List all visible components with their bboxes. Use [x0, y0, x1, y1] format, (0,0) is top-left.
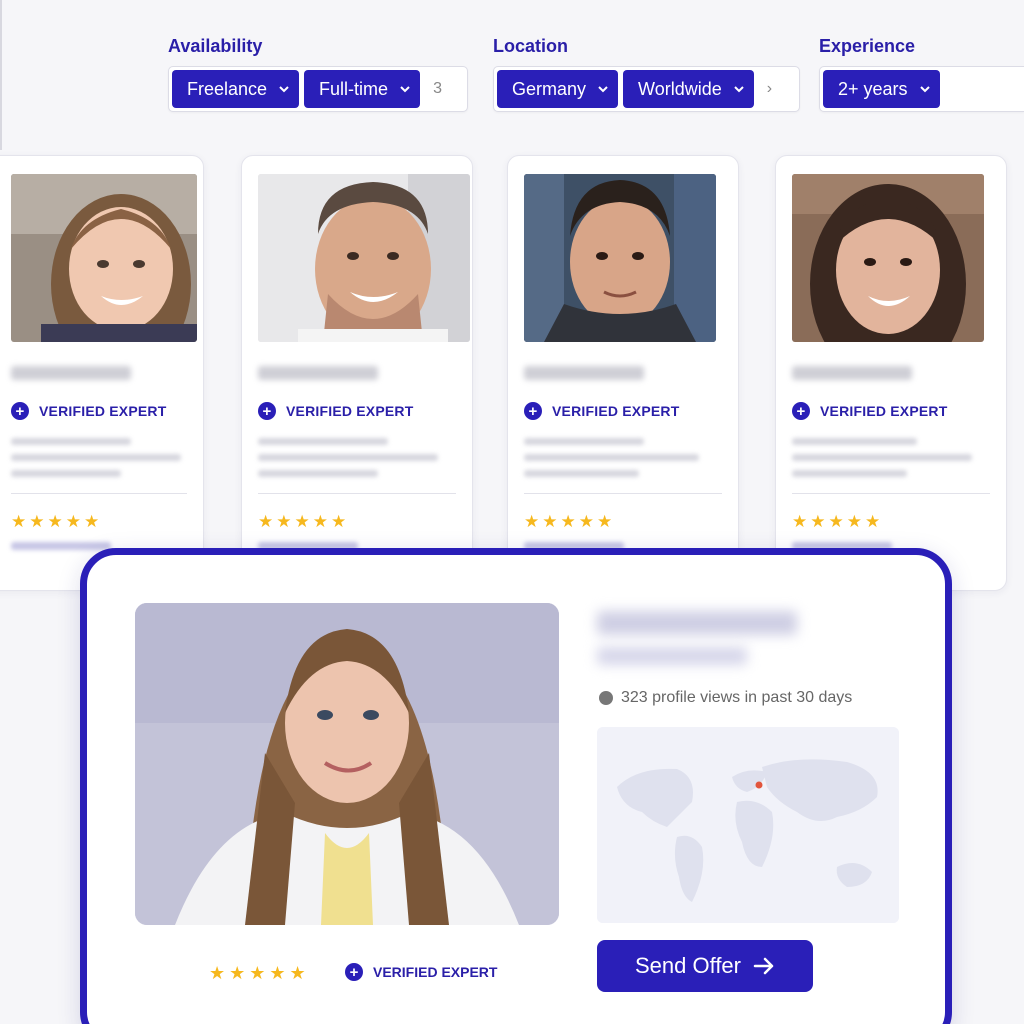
location-marker	[755, 781, 763, 789]
profile-card[interactable]: + VERIFIED EXPERT ★★★★★	[241, 155, 473, 591]
verified-label: VERIFIED EXPERT	[39, 403, 167, 419]
card-divider	[792, 493, 990, 494]
chip-2-years[interactable]: 2+ years	[823, 70, 940, 108]
blurred-details	[792, 438, 990, 477]
filter-experience: Experience 2+ years	[819, 36, 1024, 112]
card-divider	[11, 493, 187, 494]
verified-badge: + VERIFIED EXPERT	[11, 402, 187, 420]
more-count[interactable]: 3	[425, 80, 454, 98]
rating-stars: ★★★★★	[792, 512, 884, 531]
chip-label: Worldwide	[638, 78, 722, 99]
verified-label: VERIFIED EXPERT	[552, 403, 680, 419]
filter-location: Location Germany Worldwide ›	[493, 36, 800, 112]
filter-label: Location	[493, 36, 568, 56]
filter-label: Experience	[819, 36, 916, 56]
featured-avatar	[135, 603, 559, 925]
world-map	[597, 727, 899, 923]
rating-stars: ★★★★★	[209, 963, 310, 983]
blurred-details	[11, 438, 187, 477]
filter-availability: Availability Freelance Full-time 3	[168, 36, 468, 112]
avatar	[11, 174, 197, 342]
chip-label: Germany	[512, 78, 587, 99]
plus-circle-icon: +	[258, 402, 276, 420]
verified-badge: + VERIFIED EXPERT	[345, 963, 497, 981]
blurred-name	[11, 366, 131, 380]
arrow-right-icon	[753, 957, 775, 975]
blurred-details	[258, 438, 456, 477]
profile-views-text: 323 profile views in past 30 days	[621, 689, 853, 706]
chevron-down-icon[interactable]	[919, 85, 930, 93]
profile-card[interactable]: + VERIFIED EXPERT ★★★★★	[507, 155, 739, 591]
filter-availability-box[interactable]: Freelance Full-time 3	[168, 66, 468, 112]
chip-label: Freelance	[187, 78, 268, 99]
profile-card[interactable]: + VERIFIED EXPERT ★★★★★	[0, 155, 204, 591]
featured-profile-panel[interactable]: ★★★★★ + VERIFIED EXPERT 323 profile view…	[80, 548, 952, 1024]
plus-circle-icon: +	[11, 402, 29, 420]
verified-badge: + VERIFIED EXPERT	[524, 402, 722, 420]
left-divider	[0, 0, 2, 150]
verified-label: VERIFIED EXPERT	[373, 964, 498, 980]
card-divider	[258, 493, 456, 494]
blurred-name	[524, 366, 644, 380]
filter-location-box[interactable]: Germany Worldwide ›	[493, 66, 800, 112]
blurred-name	[597, 611, 797, 635]
chevron-down-icon[interactable]	[400, 85, 410, 93]
plus-circle-icon: +	[524, 402, 542, 420]
send-offer-label: Send Offer	[635, 953, 741, 978]
rating-stars: ★★★★★	[258, 512, 350, 531]
chevron-down-icon[interactable]	[598, 85, 608, 93]
chip-freelance[interactable]: Freelance	[172, 70, 300, 108]
blurred-title	[597, 647, 747, 665]
chip-label: 2+ years	[838, 78, 908, 99]
chevron-right-icon[interactable]: ›	[759, 80, 784, 98]
filter-label: Availability	[168, 36, 263, 56]
avatar	[258, 174, 470, 342]
chip-worldwide[interactable]: Worldwide	[623, 70, 754, 108]
rating-stars: ★★★★★	[524, 512, 616, 531]
blurred-details	[524, 438, 722, 477]
avatar	[524, 174, 716, 342]
filter-experience-box[interactable]: 2+ years	[819, 66, 1024, 112]
verified-badge: + VERIFIED EXPERT	[258, 402, 456, 420]
chip-label: Full-time	[319, 78, 389, 99]
rating-stars: ★★★★★	[11, 512, 103, 531]
blurred-name	[258, 366, 378, 380]
chip-germany[interactable]: Germany	[497, 70, 619, 108]
verified-label: VERIFIED EXPERT	[820, 403, 948, 419]
chevron-down-icon[interactable]	[734, 85, 744, 93]
blurred-rate	[11, 542, 111, 550]
globe-icon	[599, 691, 613, 705]
avatar	[792, 174, 984, 342]
chip-full-time[interactable]: Full-time	[304, 70, 421, 108]
verified-label: VERIFIED EXPERT	[286, 403, 414, 419]
blurred-name	[792, 366, 912, 380]
profile-views: 323 profile views in past 30 days	[599, 689, 852, 707]
card-divider	[524, 493, 722, 494]
plus-circle-icon: +	[345, 963, 363, 981]
send-offer-button[interactable]: Send Offer	[597, 940, 813, 992]
plus-circle-icon: +	[792, 402, 810, 420]
verified-badge: + VERIFIED EXPERT	[792, 402, 990, 420]
profile-card[interactable]: + VERIFIED EXPERT ★★★★★	[775, 155, 1007, 591]
chevron-down-icon[interactable]	[279, 85, 289, 93]
